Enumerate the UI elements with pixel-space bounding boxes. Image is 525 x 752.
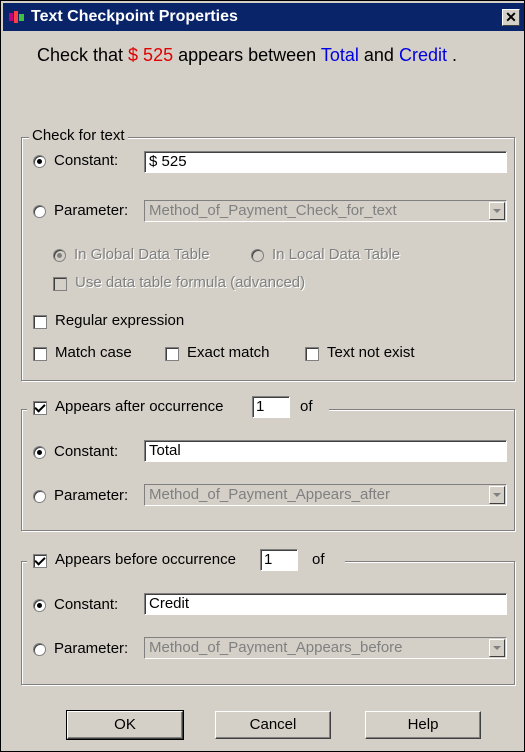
- appears-after-of-label: of: [300, 398, 313, 415]
- global-data-table-label: In Global Data Table: [74, 246, 210, 263]
- appears-before-occurrence-input[interactable]: 1: [260, 549, 298, 571]
- dropdown-arrow-icon[interactable]: [489, 202, 505, 220]
- appears-before-parameter-combobox[interactable]: Method_of_Payment_Appears_before: [144, 637, 507, 659]
- title-bar[interactable]: Text Checkpoint Properties ✕: [3, 3, 524, 31]
- dropdown-arrow-icon[interactable]: [489, 639, 505, 657]
- summary-and: and: [358, 45, 399, 65]
- exact-match-checkbox[interactable]: [165, 347, 179, 361]
- regular-expression-label: Regular expression: [55, 312, 185, 329]
- summary-value: $ 525: [128, 45, 174, 65]
- parameter-label: Parameter:: [54, 202, 129, 219]
- checkpoint-summary: Check that $ 525 appears between Total a…: [37, 45, 457, 66]
- match-case-label: Match case: [55, 344, 132, 361]
- ok-button[interactable]: OK: [66, 710, 184, 740]
- appears-before-parameter-value: Method_of_Payment_Appears_before: [149, 639, 403, 656]
- window-title: Text Checkpoint Properties: [31, 8, 238, 25]
- appears-before-constant-label: Constant:: [54, 596, 119, 613]
- dropdown-arrow-icon[interactable]: [489, 486, 505, 504]
- exact-match-label: Exact match: [187, 344, 270, 361]
- local-data-table-radio[interactable]: [251, 249, 264, 262]
- appears-before-parameter-label: Parameter:: [54, 640, 129, 657]
- appears-before-group: [21, 561, 515, 685]
- data-table-formula-checkbox[interactable]: [53, 277, 67, 291]
- appears-after-parameter-combobox[interactable]: Method_of_Payment_Appears_after: [144, 484, 507, 506]
- appears-after-constant-radio[interactable]: [33, 446, 46, 459]
- appears-before-constant-input[interactable]: Credit: [144, 593, 507, 615]
- appears-before-parameter-radio[interactable]: [33, 643, 46, 656]
- text-not-exist-checkbox[interactable]: [305, 347, 319, 361]
- appears-before-constant-radio[interactable]: [33, 599, 46, 612]
- match-case-checkbox[interactable]: [33, 347, 47, 361]
- appears-before-checkbox[interactable]: [33, 554, 47, 568]
- check-for-text-legend: Check for text: [29, 127, 128, 144]
- parameter-combobox[interactable]: Method_of_Payment_Check_for_text: [144, 200, 507, 222]
- appears-after-checkbox[interactable]: [33, 401, 47, 415]
- text-not-exist-label: Text not exist: [327, 344, 415, 361]
- data-table-formula-label: Use data table formula (advanced): [75, 274, 306, 291]
- cancel-button[interactable]: Cancel: [215, 711, 331, 739]
- appears-after-parameter-radio[interactable]: [33, 490, 46, 503]
- appears-after-label: Appears after occurrence: [55, 398, 224, 415]
- global-data-table-radio[interactable]: [53, 249, 66, 262]
- appears-after-constant-label: Constant:: [54, 443, 119, 460]
- appears-before-of-label: of: [312, 551, 325, 568]
- summary-after-text: Total: [320, 45, 359, 65]
- regular-expression-checkbox[interactable]: [33, 315, 47, 329]
- appears-after-occurrence-input[interactable]: 1: [252, 396, 290, 418]
- constant-text-input[interactable]: $ 525: [144, 151, 507, 173]
- dialog-window: Text Checkpoint Properties ✕ Check that …: [0, 0, 525, 752]
- summary-prefix: Check that: [37, 45, 129, 65]
- parameter-combobox-value: Method_of_Payment_Check_for_text: [149, 202, 397, 219]
- appears-after-group: [21, 409, 515, 531]
- checkpoint-icon: [9, 11, 24, 23]
- appears-after-parameter-label: Parameter:: [54, 487, 129, 504]
- close-button[interactable]: ✕: [502, 9, 520, 26]
- appears-before-label: Appears before occurrence: [55, 551, 236, 568]
- constant-radio[interactable]: [33, 155, 46, 168]
- close-icon: ✕: [505, 9, 517, 25]
- help-button[interactable]: Help: [365, 711, 481, 739]
- summary-middle: appears between: [173, 45, 321, 65]
- appears-after-constant-input[interactable]: Total: [144, 440, 507, 462]
- parameter-radio[interactable]: [33, 205, 46, 218]
- summary-before-text: Credit: [398, 45, 447, 65]
- constant-label: Constant:: [54, 152, 119, 169]
- local-data-table-label: In Local Data Table: [272, 246, 401, 263]
- summary-end: .: [446, 45, 457, 65]
- appears-after-parameter-value: Method_of_Payment_Appears_after: [149, 486, 390, 503]
